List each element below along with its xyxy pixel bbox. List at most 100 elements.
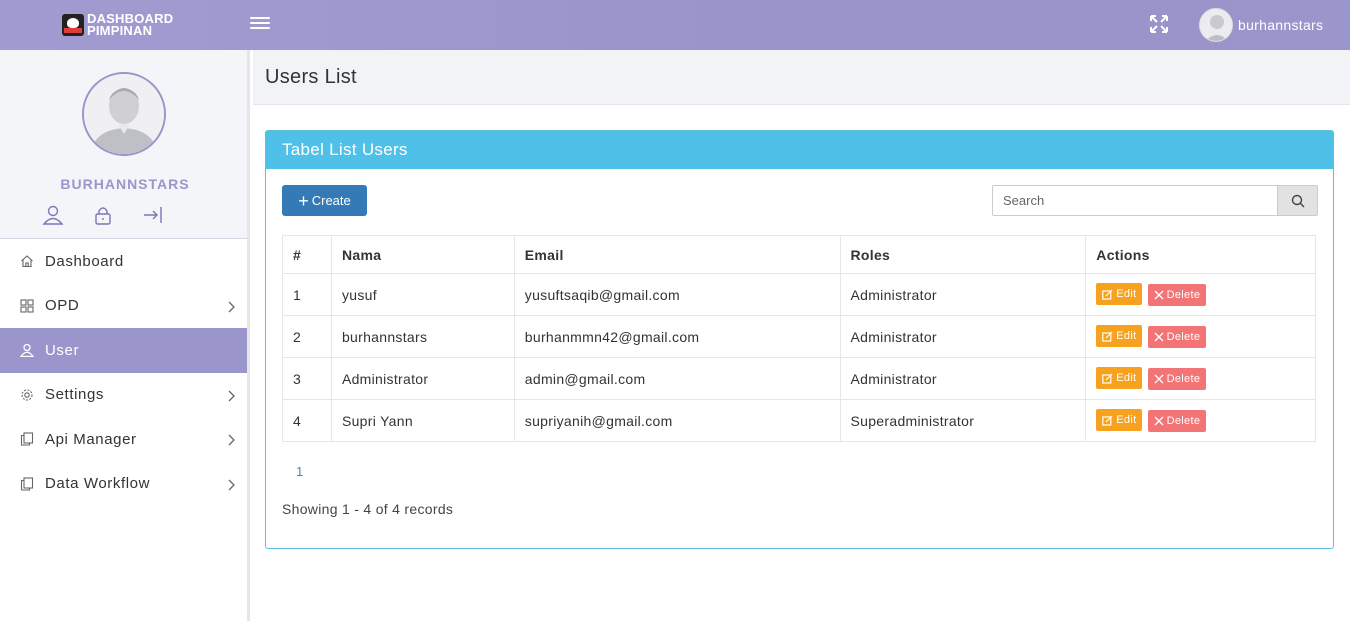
sidebar-item-data-workflow[interactable]: Data Workflow [0, 462, 247, 507]
search-group [992, 185, 1318, 216]
user-email: supriyanih@gmail.com [513, 399, 841, 442]
user-role: Superadministrator [839, 399, 1087, 442]
row-number: 4 [282, 399, 332, 442]
edit-icon [1102, 373, 1113, 384]
table-row: 3 Administrator admin@gmail.com Administ… [282, 357, 1316, 400]
sidebar: BURHANNSTARS Dashboard OPD User Settings… [0, 50, 250, 621]
row-number: 2 [282, 315, 332, 358]
table-header-row: # Nama Email Roles Actions [282, 235, 1316, 274]
sidebar-item-settings[interactable]: Settings [0, 373, 247, 418]
chevron-right-icon [227, 433, 235, 446]
sidebar-item-label: Data Workflow [45, 475, 151, 493]
menu-toggle-icon[interactable] [250, 14, 270, 34]
edit-button[interactable]: Edit [1096, 367, 1143, 390]
gear-icon [20, 388, 34, 402]
close-icon [1154, 374, 1164, 384]
delete-button[interactable]: Delete [1147, 409, 1207, 432]
table-row: 1 yusuf yusuftsaqib@gmail.com Administra… [282, 273, 1316, 316]
top-navbar: DASHBOARD PIMPINAN burhannstars [0, 0, 1350, 50]
table-row: 4 Supri Yann supriyanih@gmail.com Supera… [282, 399, 1316, 442]
user-role: Administrator [839, 315, 1087, 358]
close-icon [1154, 416, 1164, 426]
sidebar-item-label: Settings [45, 386, 104, 404]
create-button[interactable]: + Create [282, 185, 367, 216]
user-name: Supri Yann [330, 399, 515, 442]
row-number: 3 [282, 357, 332, 400]
sidebar-profile: BURHANNSTARS [0, 50, 247, 239]
column-header: # [282, 235, 332, 274]
logo-line2: PIMPINAN [87, 23, 153, 38]
close-icon [1154, 332, 1164, 342]
grid-icon [20, 299, 34, 313]
sidebar-item-label: OPD [45, 297, 80, 315]
search-icon [1291, 194, 1304, 207]
sidebar-item-dashboard[interactable]: Dashboard [0, 239, 247, 284]
avatar [1199, 8, 1233, 42]
column-header: Roles [839, 235, 1087, 274]
column-header: Nama [330, 235, 515, 274]
page-title: Users List [265, 65, 357, 88]
row-number: 1 [282, 273, 332, 316]
search-button[interactable] [1277, 185, 1318, 216]
app-logo[interactable]: DASHBOARD PIMPINAN [62, 11, 173, 39]
chevron-right-icon [227, 300, 235, 312]
delete-button[interactable]: Delete [1147, 283, 1207, 306]
profile-avatar [82, 72, 166, 156]
edit-button[interactable]: Edit [1096, 283, 1143, 306]
lock-icon[interactable] [92, 204, 114, 226]
column-header: Email [513, 235, 841, 274]
profile-user-icon[interactable] [42, 204, 64, 226]
panel-title: Tabel List Users [266, 131, 1333, 169]
edit-icon [1102, 289, 1113, 300]
edit-icon [1102, 415, 1113, 426]
records-summary: Showing 1 - 4 of 4 records [282, 501, 454, 517]
user-name: burhannstars [330, 315, 515, 358]
chevron-right-icon [227, 389, 235, 401]
search-input[interactable] [992, 185, 1277, 216]
create-label: Create [311, 193, 351, 208]
table-row: 2 burhannstars burhanmmn42@gmail.com Adm… [282, 315, 1316, 358]
document-icon [20, 477, 34, 491]
user-email: admin@gmail.com [513, 357, 841, 400]
user-name: yusuf [330, 273, 515, 316]
user-name: Administrator [330, 357, 515, 400]
sidebar-item-api-manager[interactable]: Api Manager [0, 417, 247, 462]
sidebar-item-label: Api Manager [45, 430, 137, 448]
username-label: burhannstars [1238, 17, 1324, 33]
user-email: yusuftsaqib@gmail.com [513, 273, 841, 316]
page-header: Users List [253, 50, 1350, 105]
logo-icon [62, 14, 84, 36]
user-email: burhanmmn42@gmail.com [513, 315, 841, 358]
fullscreen-icon[interactable] [1148, 13, 1170, 35]
user-role: Administrator [839, 357, 1087, 400]
sidebar-item-opd[interactable]: OPD [0, 284, 247, 329]
row-actions: Edit Delete [1085, 357, 1316, 400]
edit-button[interactable]: Edit [1096, 409, 1143, 432]
row-actions: Edit Delete [1085, 399, 1316, 442]
document-icon [20, 432, 34, 446]
user-icon [19, 343, 35, 358]
edit-button[interactable]: Edit [1096, 325, 1143, 348]
sidebar-item-label: Dashboard [45, 252, 124, 270]
edit-icon [1102, 331, 1113, 342]
column-header: Actions [1085, 235, 1316, 274]
home-icon [20, 254, 34, 268]
plus-icon: + [298, 190, 309, 211]
main-content: Users List Tabel List Users + Create # N… [253, 50, 1350, 621]
sidebar-item-label: User [45, 341, 80, 359]
user-role: Administrator [839, 273, 1087, 316]
logout-icon[interactable] [142, 204, 164, 226]
users-table: # Nama Email Roles Actions 1 yusuf yusuf… [282, 235, 1316, 442]
chevron-right-icon [227, 478, 235, 490]
row-actions: Edit Delete [1085, 273, 1316, 316]
pagination-page-1[interactable]: 1 [296, 464, 304, 479]
sidebar-item-user[interactable]: User [0, 328, 247, 373]
users-panel: Tabel List Users + Create # Nama Email R… [265, 130, 1334, 549]
user-menu[interactable]: burhannstars [1199, 8, 1323, 42]
profile-name: BURHANNSTARS [60, 176, 190, 192]
sidebar-menu: Dashboard OPD User Settings Api Manager … [0, 239, 247, 506]
delete-button[interactable]: Delete [1147, 367, 1207, 390]
close-icon [1154, 290, 1164, 300]
delete-button[interactable]: Delete [1147, 325, 1207, 348]
row-actions: Edit Delete [1085, 315, 1316, 358]
